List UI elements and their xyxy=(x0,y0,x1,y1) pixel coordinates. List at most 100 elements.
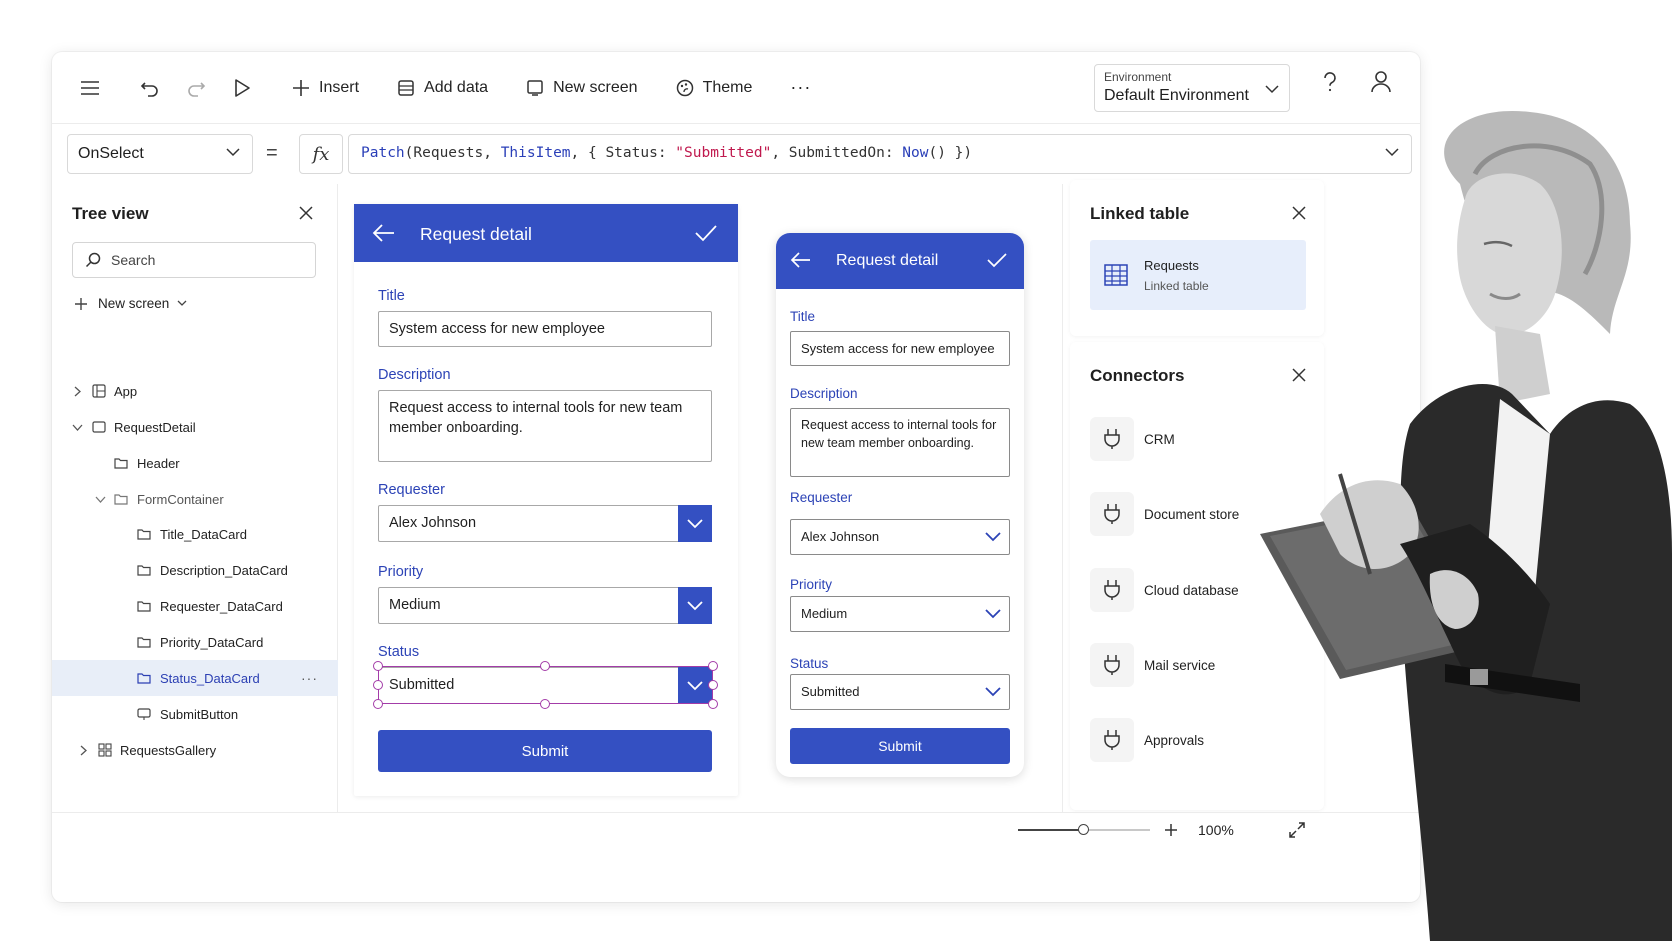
resize-handle[interactable] xyxy=(708,699,718,709)
screen-icon xyxy=(92,421,106,433)
folder-icon xyxy=(137,637,151,648)
tree-item-status-datacard[interactable]: Status_DataCard ··· xyxy=(52,660,338,696)
dropdown-button[interactable] xyxy=(678,505,712,542)
resize-handle[interactable] xyxy=(373,699,383,709)
connector-label: Mail service xyxy=(1144,657,1216,673)
woman-with-clipboard-photo xyxy=(1260,110,1672,941)
help-icon[interactable] xyxy=(1320,70,1340,99)
status-value: Submitted xyxy=(801,684,860,699)
tree-item-description-datacard[interactable]: Description_DataCard xyxy=(52,553,338,587)
more-button[interactable]: ··· xyxy=(780,68,821,108)
palette-icon xyxy=(676,79,693,96)
new-screen-label: New screen xyxy=(98,296,170,311)
resize-handle[interactable] xyxy=(708,661,718,671)
formula-token: (Requests, xyxy=(404,145,501,161)
tree-item-label: Title_DataCard xyxy=(160,527,247,542)
command-bar: Insert Add data New screen Theme ··· Env… xyxy=(52,52,1420,124)
equals-sign: = xyxy=(266,142,278,164)
add-data-button[interactable]: Add data xyxy=(387,68,498,108)
property-select[interactable]: OnSelect xyxy=(67,134,253,174)
tree-search-input[interactable]: Search xyxy=(72,242,316,278)
formula-token: () }) xyxy=(928,145,973,161)
description-label: Description xyxy=(790,386,858,401)
tree-item-formcontainer[interactable]: FormContainer xyxy=(52,482,338,516)
description-field[interactable]: Request access to internal tools for new… xyxy=(378,390,712,462)
checkmark-icon[interactable] xyxy=(986,251,1008,269)
back-arrow-icon[interactable] xyxy=(372,223,396,243)
tree-item-requester-datacard[interactable]: Requester_DataCard xyxy=(52,589,338,623)
zoom-in-icon[interactable] xyxy=(1164,822,1178,838)
new-screen-button[interactable]: New screen xyxy=(516,68,647,108)
theme-button[interactable]: Theme xyxy=(666,68,763,108)
requester-dropdown[interactable]: Alex Johnson xyxy=(378,505,712,542)
insert-button[interactable]: Insert xyxy=(282,68,369,108)
tree-item-requestdetail[interactable]: RequestDetail xyxy=(52,410,338,444)
tree-view-title: Tree view xyxy=(72,204,149,223)
chevron-right-icon[interactable] xyxy=(74,386,81,397)
title-field[interactable]: System access for new employee xyxy=(378,311,712,347)
chevron-down-icon[interactable] xyxy=(95,496,106,503)
new-screen-label: New screen xyxy=(553,78,638,96)
insert-label: Insert xyxy=(319,78,360,96)
chevron-right-icon[interactable] xyxy=(80,745,87,756)
folder-icon xyxy=(137,601,151,612)
checkmark-icon[interactable] xyxy=(694,223,718,243)
chevron-down-icon xyxy=(985,687,1001,697)
tree-item-requestsgallery[interactable]: RequestsGallery xyxy=(52,733,338,767)
hamburger-icon[interactable] xyxy=(70,68,110,108)
back-arrow-icon[interactable] xyxy=(790,251,812,269)
connector-label: Document store xyxy=(1144,506,1240,522)
tree-item-label: FormContainer xyxy=(137,492,224,507)
chevron-down-icon xyxy=(985,532,1001,542)
folder-icon xyxy=(114,458,128,469)
dropdown-button[interactable] xyxy=(678,587,712,624)
tree-item-label: Requester_DataCard xyxy=(160,599,283,614)
submit-button[interactable]: Submit xyxy=(378,730,712,772)
more-options-icon[interactable]: ··· xyxy=(301,670,318,686)
tree-item-title-datacard[interactable]: Title_DataCard xyxy=(52,517,338,551)
tree-item-app[interactable]: App xyxy=(52,374,338,408)
table-icon xyxy=(1104,264,1128,286)
form-header-title: Request detail xyxy=(836,252,939,269)
chevron-down-icon xyxy=(687,518,703,528)
new-screen-menu[interactable]: New screen xyxy=(74,296,187,311)
play-icon[interactable] xyxy=(222,68,262,108)
tree-item-submitbutton[interactable]: SubmitButton xyxy=(52,697,338,731)
description-field[interactable]: Request access to internal tools for new… xyxy=(790,408,1010,477)
priority-dropdown[interactable]: Medium xyxy=(378,587,712,624)
redo-icon[interactable] xyxy=(176,68,216,108)
theme-label: Theme xyxy=(702,78,753,96)
formula-bar: OnSelect = fx Patch(Requests, ThisItem, … xyxy=(52,124,1420,184)
resize-handle[interactable] xyxy=(708,680,718,690)
folder-icon xyxy=(137,673,151,684)
undo-icon[interactable] xyxy=(130,68,170,108)
gallery-icon xyxy=(98,743,112,757)
submit-button[interactable]: Submit xyxy=(790,728,1010,764)
plus-icon xyxy=(75,297,87,310)
form-header: Request detail xyxy=(354,204,738,262)
tree-item-header[interactable]: Header xyxy=(52,446,338,480)
plug-icon xyxy=(1090,718,1134,762)
zoom-slider-thumb[interactable] xyxy=(1078,824,1089,835)
status-dropdown[interactable]: Submitted xyxy=(790,674,1010,710)
linked-table-title: Linked table xyxy=(1090,204,1190,223)
tree-item-priority-datacard[interactable]: Priority_DataCard xyxy=(52,625,338,659)
formula-token: Patch xyxy=(361,145,405,161)
add-data-label: Add data xyxy=(424,78,489,96)
plug-icon xyxy=(1090,417,1134,461)
requester-value: Alex Johnson xyxy=(389,515,477,531)
priority-dropdown[interactable]: Medium xyxy=(790,596,1010,632)
resize-handle[interactable] xyxy=(540,699,550,709)
chevron-down-icon[interactable] xyxy=(72,424,83,431)
formula-token: , SubmittedOn: xyxy=(771,145,903,161)
title-field[interactable]: System access for new employee xyxy=(790,331,1010,366)
resize-handle[interactable] xyxy=(373,661,383,671)
fx-button[interactable]: fx xyxy=(299,134,343,174)
requester-dropdown[interactable]: Alex Johnson xyxy=(790,519,1010,555)
connector-label: Cloud database xyxy=(1144,582,1239,598)
user-icon[interactable] xyxy=(1370,70,1392,99)
close-icon[interactable] xyxy=(299,206,313,220)
resize-handle[interactable] xyxy=(373,680,383,690)
resize-handle[interactable] xyxy=(540,661,550,671)
zoom-slider[interactable] xyxy=(1018,824,1150,835)
